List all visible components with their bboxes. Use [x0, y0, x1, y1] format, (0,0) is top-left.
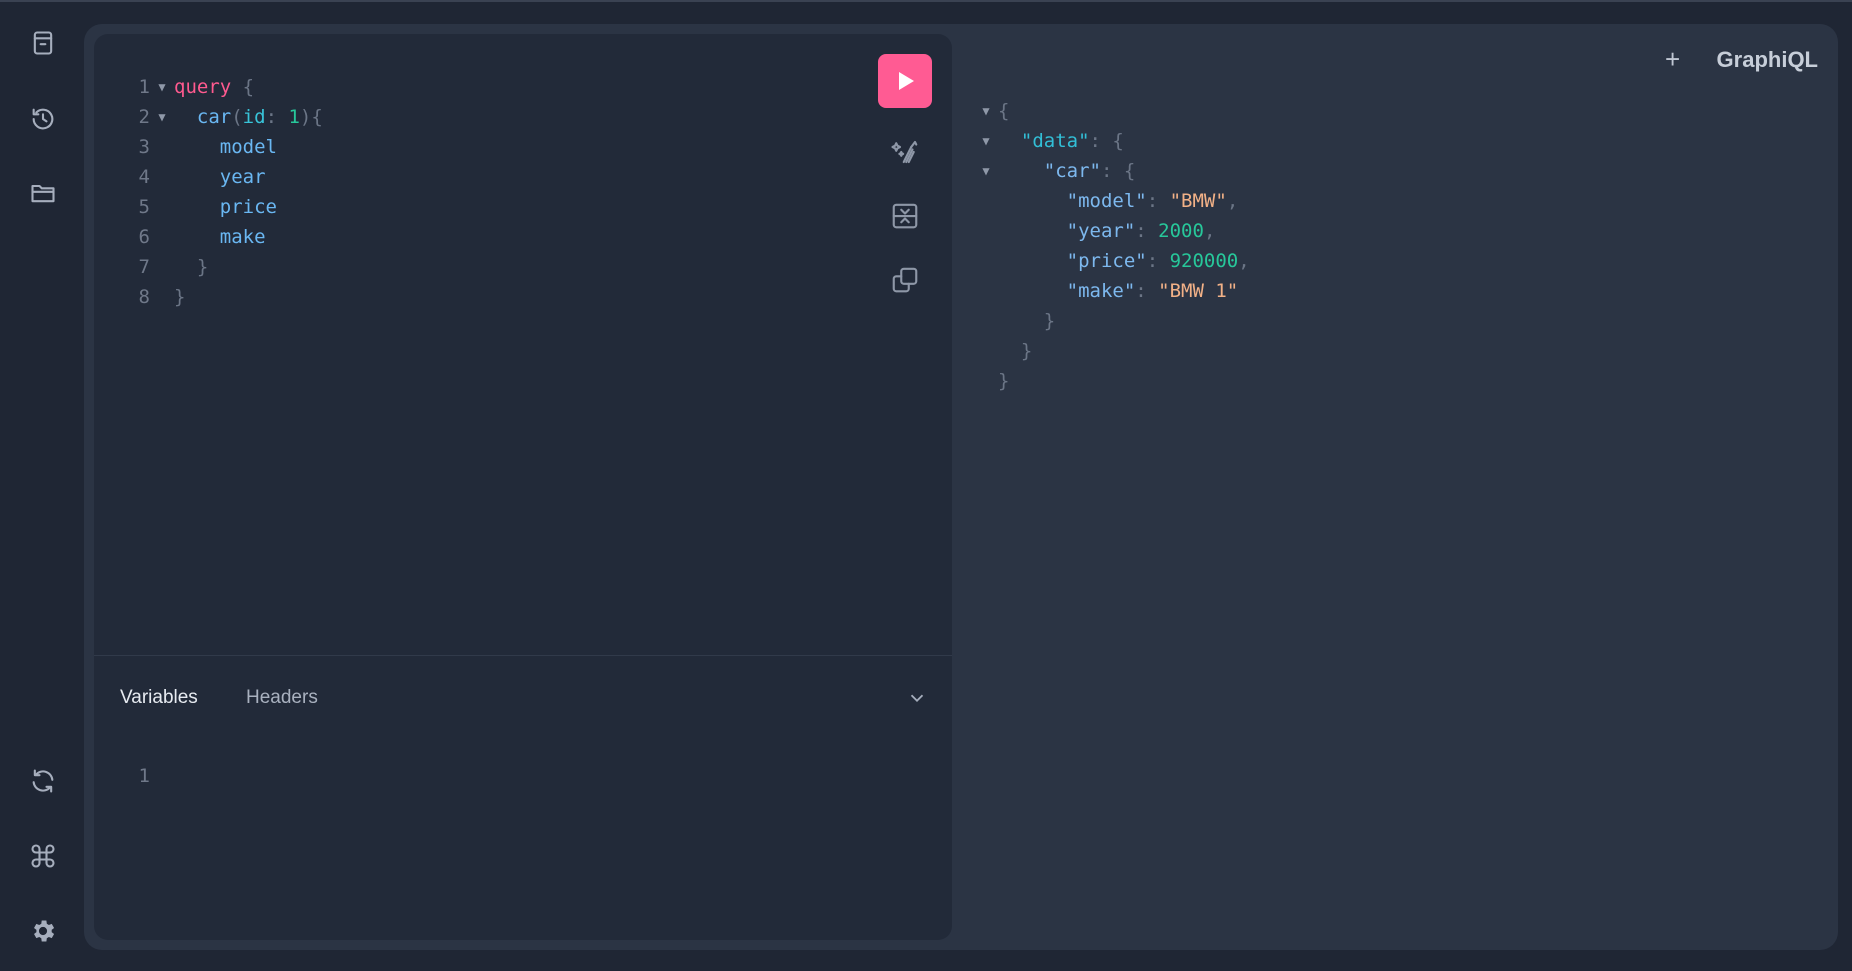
docs-button[interactable]	[22, 22, 64, 64]
code-line: 2 ▼ car(id: 1){	[124, 102, 323, 132]
copy-query-button[interactable]	[878, 260, 932, 300]
main-panel: 1 ▼ query { 2 ▼ car(id: 1){ 3 model 4 year …	[84, 24, 1838, 950]
sidebar	[0, 2, 84, 971]
toggle-panel-button[interactable]	[906, 687, 928, 709]
add-tab-button[interactable]: +	[1661, 44, 1685, 75]
fold-arrow-icon[interactable]: ▼	[150, 72, 174, 102]
gear-icon	[34, 920, 55, 942]
result-line: "year": 2000,	[1066, 220, 1216, 242]
result-line: }	[1043, 310, 1056, 332]
query-code: 1 ▼ query { 2 ▼ car(id: 1){ 3 model 4 year …	[124, 72, 323, 312]
history-icon	[32, 108, 54, 130]
result-line: "price": 920000,	[1066, 250, 1250, 272]
header-actions: + GraphiQL	[1661, 44, 1818, 75]
window-top-border	[0, 0, 1852, 2]
run-query-button[interactable]	[878, 54, 932, 108]
editor-toolbar	[878, 54, 934, 300]
result-line: ▼ "data": {	[974, 126, 1250, 156]
brand-title: GraphiQL	[1716, 46, 1818, 72]
fold-arrow-icon[interactable]: ▼	[150, 102, 174, 132]
editor-pane: 1 ▼ query { 2 ▼ car(id: 1){ 3 model 4 year …	[94, 34, 952, 940]
result-line: }	[998, 370, 1010, 392]
explorer-button[interactable]	[22, 172, 64, 214]
code-line: 4 year	[138, 166, 266, 188]
result-viewer: ▼{ ▼ "data": { ▼ "car": { "model": "BMW"…	[974, 96, 1250, 396]
result-line: }	[1020, 340, 1033, 362]
history-button[interactable]	[22, 98, 64, 140]
tab-headers[interactable]: Headers	[246, 687, 318, 709]
shortcuts-button[interactable]	[22, 835, 64, 877]
code-line: 7 }	[138, 256, 209, 278]
fold-arrow-icon[interactable]: ▼	[974, 156, 998, 186]
variables-panel: Variables Headers 1	[94, 657, 952, 940]
chevron-down-icon	[910, 694, 924, 703]
folder-icon	[31, 184, 55, 203]
variables-editor[interactable]: 1	[124, 761, 150, 791]
docs-icon	[33, 31, 53, 55]
fold-arrow-icon[interactable]: ▼	[974, 96, 998, 126]
result-line: "make": "BMW 1"	[1066, 280, 1239, 302]
result-line: ▼{	[974, 96, 1250, 126]
play-icon	[899, 72, 914, 90]
result-line: "model": "BMW",	[1066, 190, 1239, 212]
prettify-button[interactable]	[878, 132, 932, 172]
query-editor[interactable]: 1 ▼ query { 2 ▼ car(id: 1){ 3 model 4 year …	[94, 34, 952, 656]
magic-wand-icon	[891, 140, 918, 164]
refresh-icon	[32, 769, 54, 793]
code-line: 5 price	[138, 196, 277, 218]
result-pane: + GraphiQL ▼{ ▼ "data": { ▼ "car": { "mo…	[962, 24, 1838, 950]
code-line: 1 ▼ query {	[124, 72, 323, 102]
command-icon	[31, 844, 55, 868]
code-line: 6 make	[138, 226, 266, 248]
merge-fragments-button[interactable]	[878, 196, 932, 236]
refetch-schema-button[interactable]	[22, 760, 64, 802]
settings-button[interactable]	[22, 910, 64, 952]
result-line: ▼ "car": {	[974, 156, 1250, 186]
merge-icon	[892, 203, 918, 229]
fold-arrow-icon[interactable]: ▼	[974, 126, 998, 156]
code-line: 3 model	[138, 136, 277, 158]
code-line: 8}	[138, 286, 186, 308]
tab-variables[interactable]: Variables	[120, 687, 198, 709]
copy-icon	[892, 267, 918, 293]
